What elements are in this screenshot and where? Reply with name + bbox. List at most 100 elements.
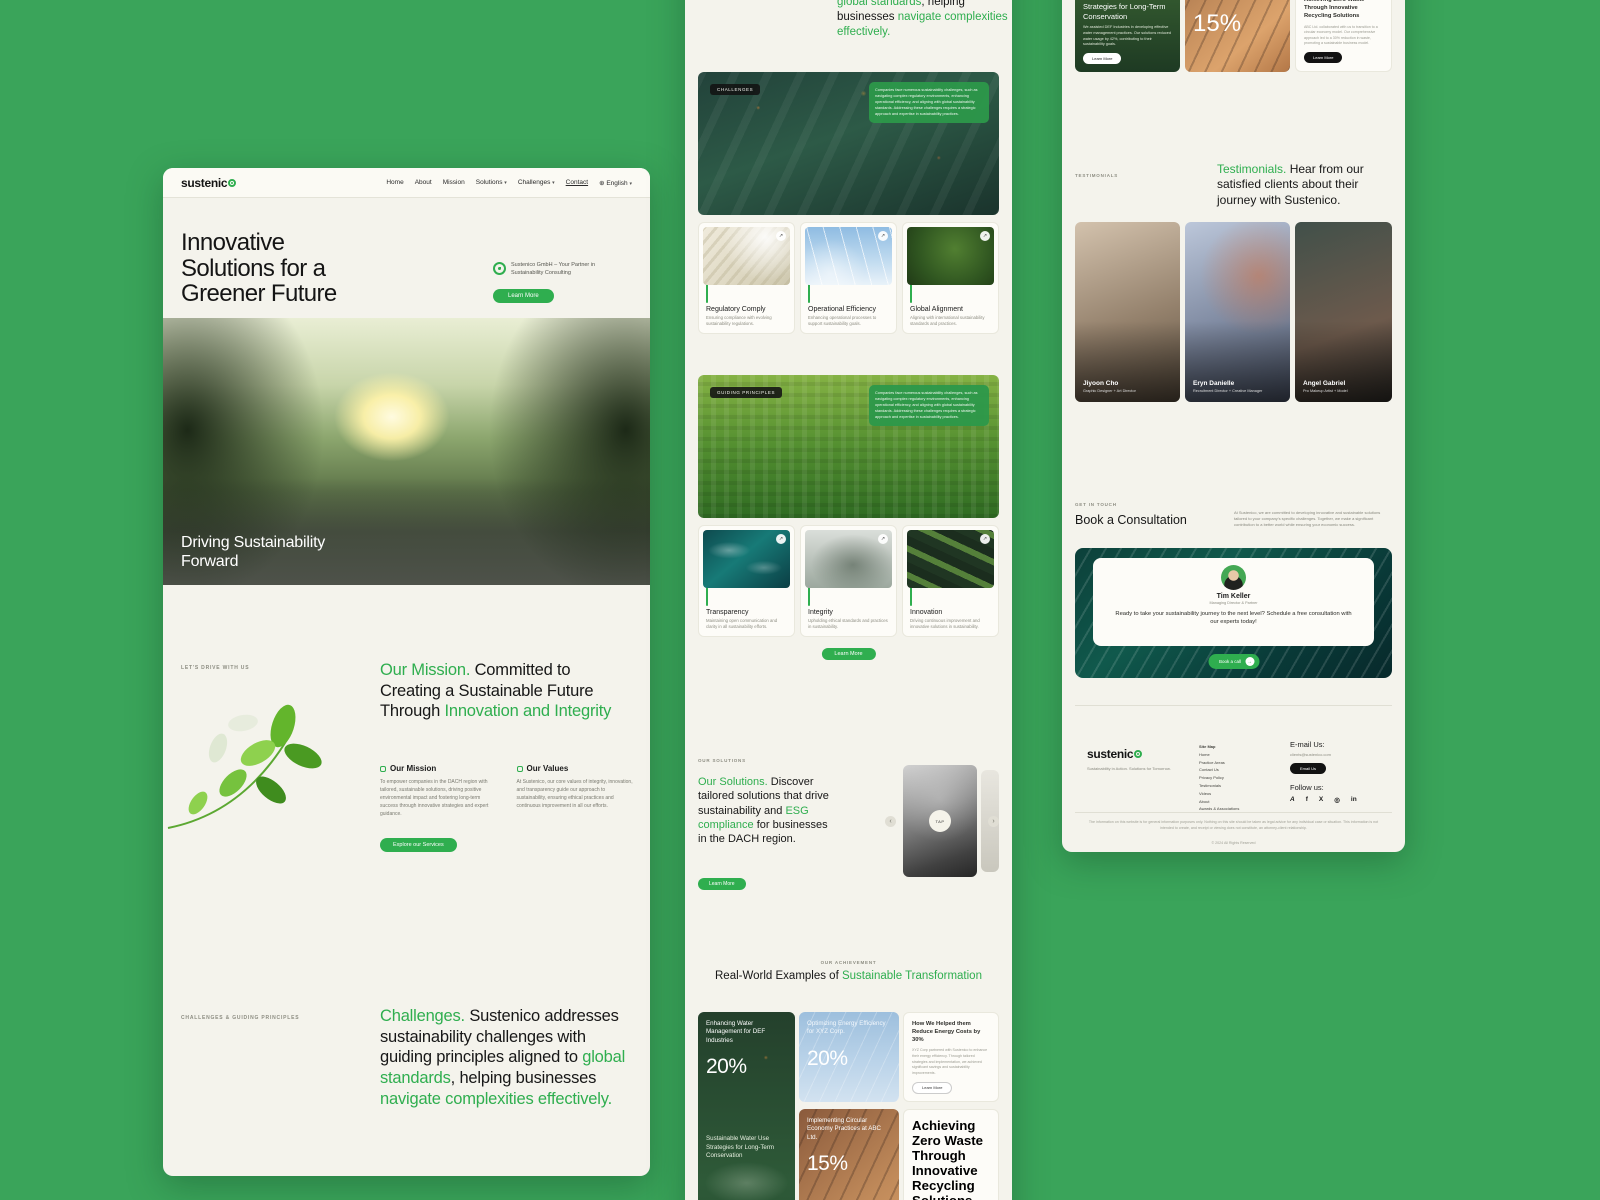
nav-item-about[interactable]: About bbox=[415, 179, 432, 186]
challenges-badge: CHALLENGES bbox=[710, 84, 761, 95]
testimonials-heading: Testimonials. Hear from our satisfied cl… bbox=[1217, 162, 1364, 207]
case-title: Achieving Zero Waste Through Innovative … bbox=[912, 1118, 984, 1200]
case-card-water-strategies[interactable]: Sustainable Water Use Strategies for Lon… bbox=[1075, 0, 1180, 72]
sustenico-logo[interactable]: sustenic bbox=[181, 175, 237, 190]
facebook-icon[interactable]: f bbox=[1306, 796, 1308, 804]
solutions-heading: Our Solutions. Discover tailored solutio… bbox=[698, 776, 829, 846]
case-card-zero-waste[interactable]: Achieving Zero Waste Through Innovative … bbox=[1295, 0, 1392, 72]
instagram-icon[interactable]: ◎ bbox=[1334, 796, 1340, 804]
challenge-card-global[interactable]: ↗ Global Alignment Aligning with interna… bbox=[902, 222, 999, 334]
learn-more-button[interactable]: Learn More bbox=[912, 1081, 953, 1094]
arrow-up-right-icon[interactable]: ↗ bbox=[776, 534, 786, 544]
arrow-up-right-icon[interactable]: ↗ bbox=[878, 231, 888, 241]
avatar bbox=[1221, 565, 1246, 590]
book-a-call-button[interactable]: Book a call → bbox=[1207, 654, 1260, 669]
nav-item-mission[interactable]: Mission bbox=[443, 179, 465, 186]
case-title: Achieving Zero Waste Through Innovative … bbox=[1304, 0, 1365, 19]
green-terraces-image: ↗ bbox=[907, 530, 994, 588]
challenges-banner-image: CHALLENGES Companies face numerous susta… bbox=[698, 72, 999, 215]
principle-card-innovation[interactable]: ↗ Innovation Driving continuous improvem… bbox=[902, 525, 999, 637]
carousel-next-button[interactable]: › bbox=[988, 816, 999, 827]
language-switcher[interactable]: ⊕ English ▾ bbox=[599, 179, 632, 187]
footer-link-videos[interactable]: Videos bbox=[1199, 790, 1239, 798]
footer-link-testimonials[interactable]: Testimonials bbox=[1199, 782, 1239, 790]
partner-text: Sustenico GmbH – Your Partner in Sustain… bbox=[511, 262, 596, 276]
logo-text: sustenic bbox=[181, 175, 228, 190]
principle-card-transparency[interactable]: ↗ Transparency Maintaining open communic… bbox=[698, 525, 795, 637]
challenges-heading: Challenges. Sustenico addresses sustaina… bbox=[837, 0, 1008, 38]
challenges-page-screenshot: Challenges. Sustenico addresses sustaina… bbox=[685, 0, 1012, 1200]
card-description: Enhancing operational processes to suppo… bbox=[808, 315, 877, 327]
x-twitter-icon[interactable]: X bbox=[1319, 796, 1323, 804]
arrow-right-icon: → bbox=[1245, 657, 1255, 666]
card-title: Integrity bbox=[808, 609, 833, 616]
hero-image-caption: Driving Sustainability Forward bbox=[181, 534, 326, 570]
footer-link-about[interactable]: About bbox=[1199, 798, 1239, 806]
hero-city-image: Driving Sustainability Forward bbox=[163, 318, 650, 585]
case-card-circular-economy[interactable]: 15% bbox=[1185, 0, 1290, 72]
consultation-heading: Book a Consultation bbox=[1075, 513, 1187, 527]
footer-link-privacy[interactable]: Privacy Policy bbox=[1199, 774, 1239, 782]
photo-shade bbox=[1075, 222, 1180, 402]
testimonial-card[interactable]: Jiyoon Cho Graphic Designer + Art Direct… bbox=[1075, 222, 1180, 402]
guiding-principles-banner-image: GUIDING PRINCIPLES Companies face numero… bbox=[698, 375, 999, 518]
case-body: XYZ Corp partnered with Sustenico to enh… bbox=[912, 1048, 988, 1075]
leaf-badge-icon bbox=[706, 284, 708, 303]
footer-link-contact[interactable]: Contact Us bbox=[1199, 766, 1239, 774]
card-title: Regulatory Comply bbox=[706, 306, 766, 313]
behance-icon[interactable]: A bbox=[1290, 796, 1295, 804]
case-card-energy-efficiency[interactable]: Optimizing Energy Efficiency for XYZ Cor… bbox=[799, 1012, 899, 1102]
case-title: Enhancing Water Management for DEF Indus… bbox=[706, 1020, 766, 1044]
principle-cards-row: ↗ Transparency Maintaining open communic… bbox=[698, 525, 999, 637]
footer-contact-block: E-mail Us: clients@sustenico.com Email U… bbox=[1290, 740, 1357, 804]
email-us-button[interactable]: Email Us bbox=[1290, 763, 1327, 774]
footer-link-sitemap[interactable]: Site Map bbox=[1199, 743, 1239, 751]
arrow-up-right-icon[interactable]: ↗ bbox=[980, 231, 990, 241]
case-cards-bottom-row: Sustainable Water Use Strategies for Lon… bbox=[1075, 0, 1392, 72]
arrow-up-right-icon[interactable]: ↗ bbox=[980, 534, 990, 544]
tap-button[interactable]: TAP bbox=[929, 810, 951, 832]
solutions-learn-more-button[interactable]: Learn More bbox=[698, 878, 746, 890]
explore-services-button[interactable]: Explore our Services bbox=[380, 838, 457, 852]
case-stat: 15% bbox=[1193, 10, 1242, 37]
challenge-card-operational[interactable]: ↗ Operational Efficiency Enhancing opera… bbox=[800, 222, 897, 334]
testimonial-card[interactable]: Angel Gabriel Pro Makeup Artist + Model bbox=[1295, 222, 1392, 402]
testimonial-card[interactable]: Eryn Danielle Recruitment Director + Cre… bbox=[1185, 222, 1290, 402]
leaf-ring-icon bbox=[1134, 750, 1143, 758]
challenge-card-regulatory[interactable]: ↗ Regulatory Comply Ensuring compliance … bbox=[698, 222, 795, 334]
arrow-up-right-icon[interactable]: ↗ bbox=[776, 231, 786, 241]
ocean-waves-image: ↗ bbox=[703, 530, 790, 588]
case-title: Sustainable Water Use Strategies for Lon… bbox=[1083, 0, 1166, 21]
linkedin-icon[interactable]: in bbox=[1351, 796, 1357, 804]
learn-more-button[interactable]: Learn More bbox=[1304, 52, 1343, 63]
solutions-carousel-photo[interactable]: TAP bbox=[903, 765, 977, 877]
spark-badge-icon bbox=[910, 587, 912, 606]
logo-text: sustenic bbox=[1087, 747, 1134, 761]
nav-item-home[interactable]: Home bbox=[386, 179, 403, 186]
learn-more-button[interactable]: Learn More bbox=[1083, 53, 1122, 64]
principle-card-integrity[interactable]: ↗ Integrity Upholding ethical standards … bbox=[800, 525, 897, 637]
nav-item-challenges[interactable]: Challenges ▾ bbox=[518, 179, 555, 186]
footer-link-practice-areas[interactable]: Practice Areas bbox=[1199, 759, 1239, 767]
consultation-message: Ready to take your sustainability journe… bbox=[1115, 611, 1352, 626]
follow-us-label: Follow us: bbox=[1290, 783, 1324, 792]
case-card-energy-detail[interactable]: How We Helped them Reduce Energy Costs b… bbox=[903, 1012, 999, 1102]
footer-email-address[interactable]: clients@sustenico.com bbox=[1290, 752, 1357, 757]
nav-item-contact[interactable]: Contact bbox=[566, 179, 588, 186]
gear-badge-icon bbox=[808, 284, 810, 303]
learn-more-button[interactable]: Learn More bbox=[821, 648, 876, 660]
foggy-forest-image: ↗ bbox=[805, 530, 892, 588]
challenges-eyebrow-label: CHALLENGES & GUIDING PRINCIPLES bbox=[181, 1015, 300, 1021]
nav-item-solutions[interactable]: Solutions ▾ bbox=[476, 179, 507, 186]
hero-learn-more-button[interactable]: Learn More bbox=[493, 289, 554, 303]
carousel-prev-button[interactable]: ‹ bbox=[885, 816, 896, 827]
case-title: Implementing Circular Economy Practices … bbox=[807, 1117, 881, 1141]
case-card-zero-waste[interactable]: Achieving Zero Waste Through Innovative … bbox=[903, 1109, 999, 1200]
case-card-water-management[interactable]: Enhancing Water Management for DEF Indus… bbox=[698, 1012, 795, 1200]
globe-icon: ⊕ bbox=[599, 179, 605, 187]
sustenico-logo[interactable]: sustenic bbox=[1087, 747, 1143, 761]
footer-link-home[interactable]: Home bbox=[1199, 751, 1239, 759]
testimonials-page-screenshot: Sustainable Water Use Strategies for Lon… bbox=[1062, 0, 1405, 852]
arrow-up-right-icon[interactable]: ↗ bbox=[878, 534, 888, 544]
case-card-circular-economy[interactable]: Implementing Circular Economy Practices … bbox=[799, 1109, 899, 1200]
